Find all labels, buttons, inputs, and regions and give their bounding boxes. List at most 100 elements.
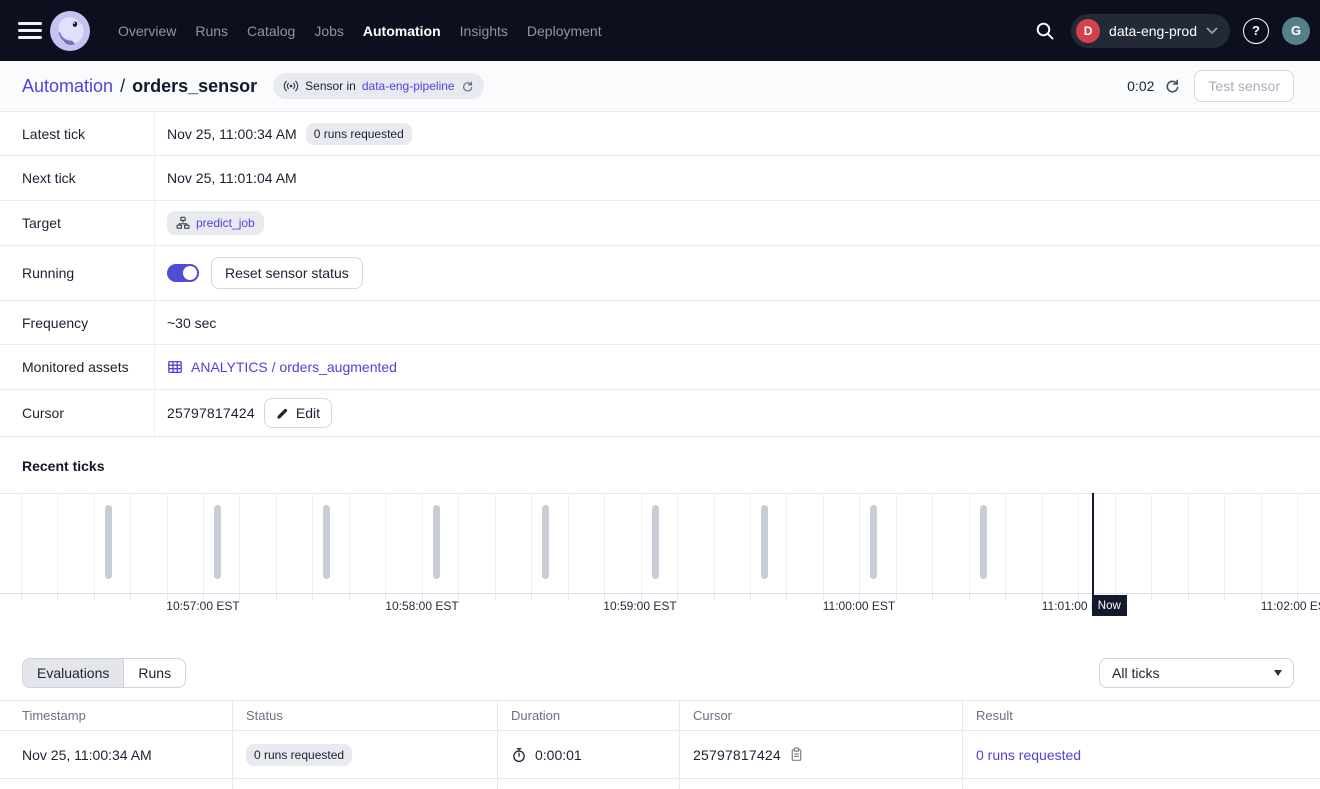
axis-tick-mark xyxy=(1224,594,1225,600)
evaluations-table: Timestamp Status Duration Cursor Result … xyxy=(0,700,1320,789)
nav-item-overview[interactable]: Overview xyxy=(118,23,176,39)
cursor-value: 25797817424 xyxy=(167,405,255,421)
chart-gridline xyxy=(568,494,569,593)
result-link[interactable]: 0 runs requested xyxy=(976,747,1081,763)
chart-gridline xyxy=(1005,494,1006,593)
chart-gridline xyxy=(604,494,605,593)
chart-top-border xyxy=(0,493,1320,494)
cell-duration: 0:00:01 xyxy=(498,731,680,778)
now-marker-badge: Now xyxy=(1092,595,1127,616)
axis-tick-mark xyxy=(786,594,787,600)
search-icon[interactable] xyxy=(1032,18,1058,44)
sensor-tick-bar[interactable] xyxy=(761,505,768,579)
monitored-asset-link[interactable]: ANALYTICS / orders_augmented xyxy=(167,359,397,375)
axis-tick-mark xyxy=(531,594,532,600)
sensor-tick-bar[interactable] xyxy=(105,505,112,579)
table-row-partial xyxy=(0,779,1320,789)
refresh-countdown: 0:02 xyxy=(1127,78,1154,94)
frequency-row: Frequency ~30 sec xyxy=(0,301,1320,345)
chart-gridline xyxy=(714,494,715,593)
reload-location-icon[interactable] xyxy=(461,80,474,93)
axis-tick-mark xyxy=(1188,594,1189,600)
job-icon xyxy=(176,216,190,230)
latest-tick-row: Latest tick Nov 25, 11:00:34 AM 0 runs r… xyxy=(0,112,1320,156)
help-icon[interactable]: ? xyxy=(1243,18,1269,44)
code-location-link[interactable]: data-eng-pipeline xyxy=(362,79,455,93)
deployment-name: data-eng-prod xyxy=(1109,23,1197,39)
running-toggle[interactable] xyxy=(167,264,199,282)
next-tick-row: Next tick Nov 25, 11:01:04 AM xyxy=(0,156,1320,201)
cell-result: 0 runs requested xyxy=(963,731,1320,778)
tab-runs[interactable]: Runs xyxy=(123,659,185,687)
nav-item-catalog[interactable]: Catalog xyxy=(247,23,295,39)
breadcrumb-separator: / xyxy=(120,76,125,97)
axis-tick-mark xyxy=(312,594,313,600)
asset-table-icon xyxy=(167,359,183,375)
sensor-tick-bar[interactable] xyxy=(652,505,659,579)
tick-filter-dropdown[interactable]: All ticks xyxy=(1099,658,1294,688)
nav-item-runs[interactable]: Runs xyxy=(195,23,228,39)
hamburger-menu-icon[interactable] xyxy=(18,18,42,44)
axis-tick-mark xyxy=(21,594,22,600)
tab-evaluations[interactable]: Evaluations xyxy=(23,659,123,687)
dagster-logo-icon[interactable] xyxy=(50,11,90,51)
time-axis-line xyxy=(0,593,1320,594)
top-nav: Overview Runs Catalog Jobs Automation In… xyxy=(0,0,1320,61)
refresh-icon[interactable] xyxy=(1164,78,1180,94)
reset-sensor-status-button[interactable]: Reset sensor status xyxy=(211,257,363,289)
target-job-link: predict_job xyxy=(196,216,255,230)
monitored-assets-label: Monitored assets xyxy=(0,345,155,389)
recent-ticks-title: Recent ticks xyxy=(22,458,104,474)
chart-gridline xyxy=(1151,494,1152,593)
copy-clipboard-icon[interactable] xyxy=(789,747,804,762)
sensor-tick-bar[interactable] xyxy=(433,505,440,579)
chart-gridline xyxy=(167,494,168,593)
user-avatar[interactable]: G xyxy=(1282,17,1310,45)
sensor-tick-bar[interactable] xyxy=(870,505,877,579)
chart-gridline xyxy=(969,494,970,593)
cell-status: 0 runs requested xyxy=(233,731,498,778)
col-timestamp: Timestamp xyxy=(0,701,233,730)
monitored-assets-row: Monitored assets ANALYTICS / orders_augm… xyxy=(0,345,1320,390)
axis-tick-mark xyxy=(1151,594,1152,600)
time-axis-label: 10:58:00 EST xyxy=(362,599,482,613)
nav-item-jobs[interactable]: Jobs xyxy=(314,23,344,39)
nav-links: Overview Runs Catalog Jobs Automation In… xyxy=(118,23,602,39)
sensor-tick-bar[interactable] xyxy=(980,505,987,579)
cursor-label: Cursor xyxy=(0,390,155,436)
test-sensor-button[interactable]: Test sensor xyxy=(1194,70,1294,102)
chart-gridline xyxy=(21,494,22,593)
nav-item-automation[interactable]: Automation xyxy=(363,23,441,39)
nav-item-insights[interactable]: Insights xyxy=(460,23,508,39)
next-tick-value: Nov 25, 11:01:04 AM xyxy=(167,170,297,186)
chart-gridline xyxy=(859,494,860,593)
axis-tick-mark xyxy=(932,594,933,600)
axis-tick-mark xyxy=(349,594,350,600)
sensor-tick-bar[interactable] xyxy=(542,505,549,579)
chart-gridline xyxy=(1115,494,1116,593)
chart-gridline xyxy=(57,494,58,593)
edit-cursor-button[interactable]: Edit xyxy=(264,398,332,428)
chart-gridline xyxy=(495,494,496,593)
breadcrumb-automation-link[interactable]: Automation xyxy=(22,76,113,97)
deployment-switcher[interactable]: D data-eng-prod xyxy=(1071,14,1230,48)
now-marker-line xyxy=(1092,493,1094,596)
axis-tick-mark xyxy=(57,594,58,600)
target-job-pill[interactable]: predict_job xyxy=(167,211,264,235)
chart-gridline xyxy=(1188,494,1189,593)
nav-item-deployment[interactable]: Deployment xyxy=(527,23,602,39)
chart-gridline xyxy=(641,494,642,593)
running-row: Running Reset sensor status xyxy=(0,246,1320,301)
latest-tick-status-badge: 0 runs requested xyxy=(306,123,412,145)
page-header: Automation / orders_sensor Sensor in dat… xyxy=(0,61,1320,112)
chart-gridline xyxy=(1261,494,1262,593)
ticks-view-tabs: Evaluations Runs xyxy=(22,658,186,688)
chart-gridline xyxy=(458,494,459,593)
chart-gridline xyxy=(1224,494,1225,593)
sensor-tick-bar[interactable] xyxy=(323,505,330,579)
status-badge: 0 runs requested xyxy=(246,744,352,766)
frequency-label: Frequency xyxy=(0,301,155,344)
page-title: orders_sensor xyxy=(132,76,257,97)
sensor-tick-bar[interactable] xyxy=(214,505,221,579)
latest-tick-label: Latest tick xyxy=(0,112,155,155)
